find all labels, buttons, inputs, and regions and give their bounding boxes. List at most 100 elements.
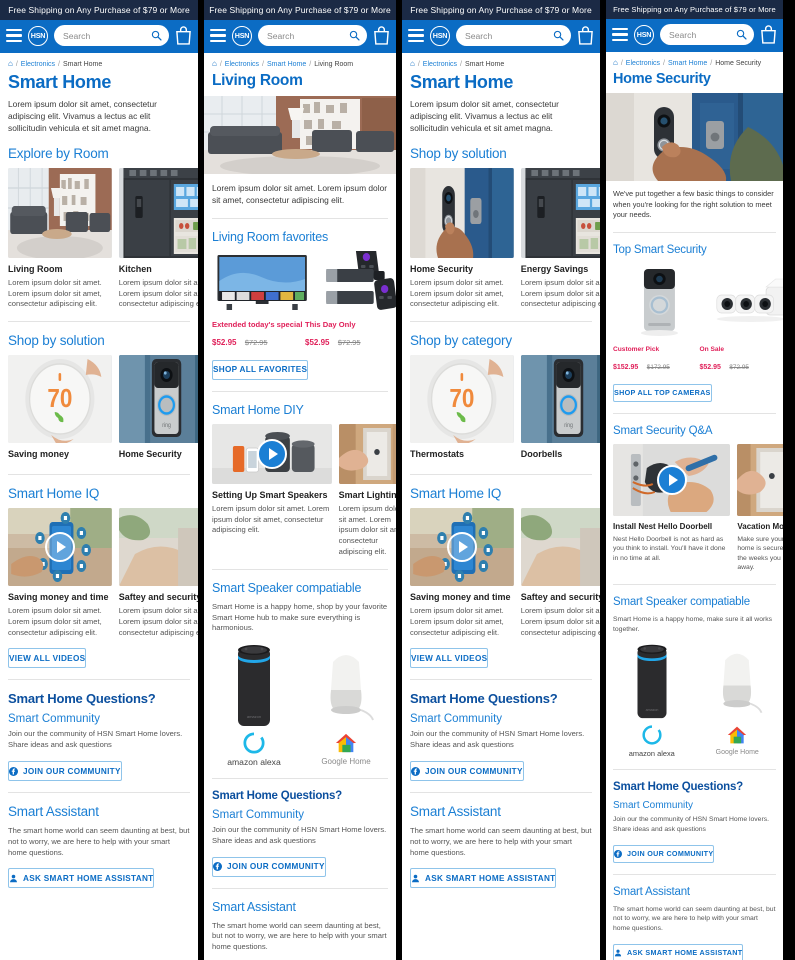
search-input[interactable] [267,30,349,41]
card-saftey-and-security[interactable]: Saftey and security Lorem ipsum dolor si… [520,508,600,638]
product-streaming-stick[interactable] [319,250,396,313]
card-install-nest-hello-doorbell[interactable]: Install Nest Hello Doorbell Nest Hello D… [613,443,731,574]
hamburger-icon[interactable] [6,29,22,42]
card-saftey-and-security[interactable]: Saftey and security Lorem ipsum dolor si… [118,508,198,638]
join-our-community-button[interactable]: JOIN OUR COMMUNITY [410,761,524,782]
promo-bar: Free Shipping on Any Purchase of $79 or … [204,0,396,20]
join-our-community-button[interactable]: JOIN OUR COMMUNITY [212,856,326,877]
search-icon[interactable] [736,29,747,40]
shopping-bag-icon[interactable] [760,25,777,44]
shopping-bag-icon[interactable] [175,26,192,45]
shopping-bag-icon[interactable] [577,26,594,45]
section-heading-smart-home-iq: Smart Home IQ [410,486,502,502]
ask-smart-home-assistant-button[interactable]: ASK SMART HOME ASSISTANT [8,868,155,889]
card-smart-lighting[interactable]: Smart Lighting Lorem ipsum dolor sit ame… [338,423,396,558]
hsn-logo[interactable]: HSN [28,25,48,46]
speaker-google-home[interactable]: Google Home [699,642,777,758]
search-box[interactable] [456,25,571,46]
product-ring-doorbell[interactable] [613,262,706,339]
card-saving-money-and-time[interactable]: Saving money and time Lorem ipsum dolor … [8,508,112,638]
breadcrumb-link-1[interactable]: Electronics [225,61,259,68]
card-home-security[interactable]: ring Home Security [118,355,198,463]
card-living-room[interactable]: Living Room Lorem ipsum dolor sit amet. … [8,167,112,310]
divider [613,769,776,771]
card-saving-money-and-time[interactable]: Saving money and time Lorem ipsum dolor … [410,508,514,638]
explore-room-cards: Living Room Lorem ipsum dolor sit amet. … [8,167,198,310]
card-thermostats[interactable]: 70 Thermostats [410,355,514,463]
subheading-smart-assistant: Smart Assistant [613,885,690,898]
svg-text:ring: ring [162,423,171,429]
card-energy-savings[interactable]: Energy Savings Lorem ipsum dolor sit ame… [520,167,600,310]
badge: Extended today's special [212,319,303,329]
search-input[interactable] [63,30,151,41]
hamburger-icon[interactable] [210,29,226,42]
hamburger-icon[interactable] [612,28,628,41]
product-tv[interactable] [212,250,313,313]
view-all-videos-button[interactable]: VIEW ALL VIDEOS [8,648,87,669]
amazon-echo-image: amazon [613,642,691,720]
search-input[interactable] [465,30,553,41]
hamburger-icon[interactable] [408,29,424,42]
speaker-label: amazon alexa [227,757,281,768]
play-icon[interactable] [656,464,687,495]
video-thumb[interactable] [212,423,332,484]
divider [212,217,388,219]
search-box[interactable] [660,24,754,45]
section-heading-smart-home-questions: Smart Home Questions? [613,781,743,794]
play-icon[interactable] [446,532,477,563]
speaker-alexa[interactable]: amazon amazon alexa [613,642,691,758]
breadcrumb-sep: / [219,60,222,68]
hsn-logo[interactable]: HSN [232,25,252,46]
breadcrumb-link-1[interactable]: Electronics [21,61,55,68]
card-kitchen[interactable]: Kitchen Lorem ipsum dolor sit amet. Lore… [118,167,198,310]
section-heading-smart-home-diy: Smart Home DIY [212,402,304,417]
video-thumb[interactable] [118,508,198,587]
breadcrumb-current: Smart Home [62,60,103,68]
card-doorbells[interactable]: ring Doorbells [520,355,600,463]
ask-smart-home-assistant-button[interactable]: ASK SMART HOME ASSISTANT [410,868,557,889]
ask-assistant-label: ASK SMART HOME ASSISTANT [425,873,556,883]
search-box[interactable] [54,25,169,46]
home-icon[interactable]: ⌂ [8,60,13,68]
view-all-videos-button[interactable]: VIEW ALL VIDEOS [410,648,489,669]
home-icon[interactable]: ⌂ [212,60,217,68]
search-icon[interactable] [553,30,564,41]
breadcrumb-link-1[interactable]: Electronics [626,60,660,67]
hsn-logo[interactable]: HSN [634,24,654,45]
search-input[interactable] [669,29,736,40]
card-home-security[interactable]: Home Security Lorem ipsum dolor sit amet… [410,167,514,310]
product-camera-kit[interactable] [712,262,783,339]
kitchen-image [118,167,198,258]
play-icon[interactable] [44,532,75,563]
card-vacation-mode[interactable]: Vacation Mode Make sure your home is sec… [737,443,783,574]
home-icon[interactable]: ⌂ [410,60,415,68]
speaker-google-home[interactable]: Google Home [304,642,388,767]
search-box[interactable] [258,25,367,46]
search-icon[interactable] [349,30,360,41]
video-thumb[interactable] [520,508,600,587]
join-our-community-button[interactable]: JOIN OUR COMMUNITY [613,844,715,863]
speaker-alexa[interactable]: amazon amazon alexa [212,642,296,767]
card-setting-up-smart-speakers[interactable]: Setting Up Smart Speakers Lorem ipsum do… [212,423,332,558]
site-header: HSN [0,20,198,53]
shop-all-top-cameras-button[interactable]: SHOP ALL TOP CAMERAS [613,383,712,402]
video-thumb[interactable] [613,443,731,516]
join-our-community-button[interactable]: JOIN OUR COMMUNITY [8,761,122,782]
breadcrumb-link-2[interactable]: Smart Home [267,61,306,68]
svg-text:70: 70 [449,385,474,414]
section-heading-smart-home-questions: Smart Home Questions? [410,691,558,707]
play-icon[interactable] [256,438,287,469]
video-thumb[interactable] [410,508,514,587]
shop-all-favorites-button[interactable]: SHOP ALL FAVORITES [212,359,309,380]
breadcrumb-link-1[interactable]: Electronics [423,61,457,68]
search-icon[interactable] [151,30,162,41]
breadcrumb-link-2[interactable]: Smart Home [668,60,707,67]
shopping-bag-icon[interactable] [373,26,390,45]
community-desc: Join our the community of HSN Smart Home… [613,816,770,834]
card-saving-money[interactable]: 70 Saving money [8,355,112,463]
home-icon[interactable]: ⌂ [613,59,618,67]
ask-smart-home-assistant-button[interactable]: ASK SMART HOME ASSISTANT [613,943,744,960]
video-thumb[interactable] [8,508,112,587]
hsn-logo[interactable]: HSN [430,25,450,46]
page-title: Smart Home [410,72,514,92]
